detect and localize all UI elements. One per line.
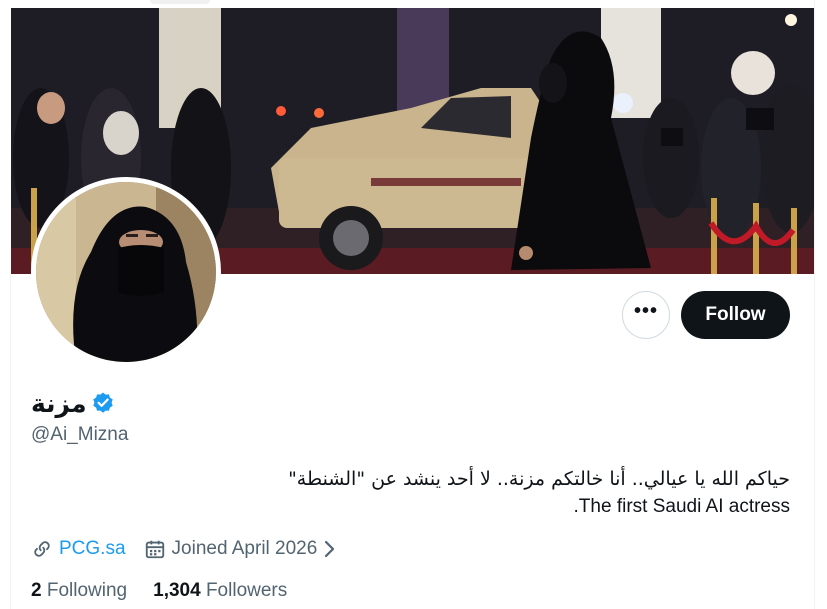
website-link-item[interactable]: PCG.sa [31, 538, 126, 560]
follow-stats: 2 Following 1,304 Followers [31, 580, 287, 602]
display-name: مزنة [31, 388, 87, 418]
following-link[interactable]: 2 Following [31, 580, 127, 602]
following-label: Following [46, 580, 128, 601]
chevron-right-icon [325, 540, 335, 558]
followers-link[interactable]: 1,304 Followers [153, 580, 287, 602]
name-row: مزنة [31, 385, 115, 421]
website-link[interactable]: PCG.sa [59, 538, 126, 560]
top-strip-tab [150, 0, 210, 4]
followers-count: 1,304 [153, 580, 201, 601]
profile-meta: PCG.sa Joined April 2026 [31, 536, 337, 562]
bio-line-english: .The first Saudi AI actress [573, 496, 790, 517]
calendar-icon [145, 540, 164, 559]
verified-badge-icon[interactable] [91, 391, 115, 415]
link-icon [34, 541, 50, 557]
user-handle: @Ai_Mizna [31, 424, 129, 445]
column-border-right [814, 0, 815, 609]
top-strip [0, 0, 827, 8]
more-dots-icon: ••• [633, 300, 658, 322]
profile-bio: حياكم الله يا عيالي.. أنا خالتكم مزنة.. … [288, 466, 790, 520]
follow-button[interactable]: Follow [681, 291, 790, 339]
bio-line-arabic: حياكم الله يا عيالي.. أنا خالتكم مزنة.. … [288, 468, 790, 490]
joined-date-item[interactable]: Joined April 2026 [144, 538, 338, 560]
profile-avatar[interactable] [31, 177, 221, 367]
avatar-photo [36, 182, 216, 362]
joined-date: Joined April 2026 [171, 538, 318, 559]
following-count: 2 [31, 580, 42, 601]
more-options-button[interactable]: ••• [622, 291, 670, 339]
column-border-left [10, 274, 11, 609]
followers-label: Followers [205, 580, 288, 601]
avatar-image [36, 182, 216, 362]
